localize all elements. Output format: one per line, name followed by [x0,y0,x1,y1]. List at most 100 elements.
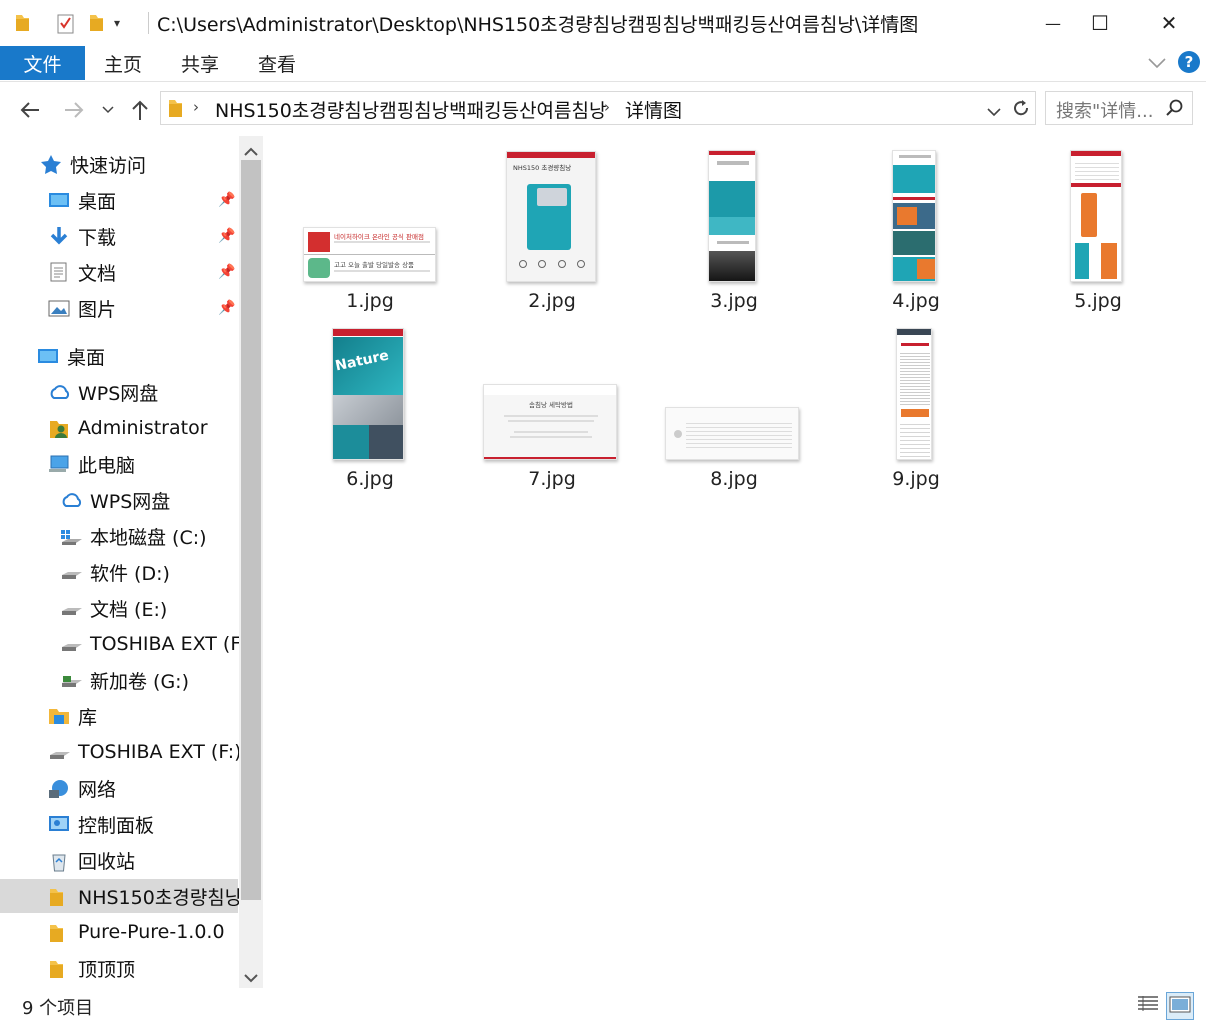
new-folder-icon[interactable] [88,13,104,33]
nav-item-pure-pure[interactable]: Pure-Pure-1.0.0 [0,915,238,949]
document-icon [48,262,70,282]
tab-file[interactable]: 文件 [0,46,85,80]
nav-item-drive-d[interactable]: 软件 (D:) [0,555,238,589]
tab-share[interactable]: 共享 [181,46,219,80]
file-item[interactable]: 9.jpg [836,314,996,490]
nav-item-recycle-bin[interactable]: 回收站 [0,843,238,877]
thumb-caption: 고고 오늘 출발 당일발송 상품 [334,261,415,269]
thumbnail [708,150,756,282]
nav-item-libraries[interactable]: 库 [0,699,238,733]
nav-item-label: 库 [78,706,98,729]
drive-icon [60,634,82,654]
recycle-bin-icon [48,850,70,872]
nav-item-label: 控制面板 [78,814,155,837]
address-bar[interactable]: › NHS150초경량침낭캠핑침낭백패킹등산여름침낭 › 详情图 [160,91,1036,125]
breadcrumb-current[interactable]: 详情图 [625,96,682,123]
nav-item-control-panel[interactable]: 控制面板 [0,807,238,841]
thumbnail [665,407,799,460]
desktop-icon [37,346,59,366]
cloud-icon [60,490,82,510]
thumb-line [334,270,430,272]
file-item[interactable]: Nature 6.jpg [290,314,450,490]
nav-item-label: 本地磁盘 (C:) [90,526,207,549]
nav-item-documents[interactable]: 文档 [0,255,238,289]
file-item[interactable]: NHS150 초경량침낭 2.jpg [472,136,632,312]
scroll-down-icon[interactable] [244,968,258,987]
nav-item-quick-access[interactable]: 快速访问 [0,147,238,181]
file-item[interactable]: 네이처하이크 온라인 공식 판매점 고고 오늘 출발 당일발송 상품 1.jpg [290,136,450,312]
cloud-icon [48,382,70,402]
ribbon: 文件 主页 共享 查看 ? [0,46,1206,82]
customize-chevron-icon[interactable]: ▾ [114,16,120,30]
nav-item-wps-cloud-pc[interactable]: WPS网盘 [0,483,238,517]
nav-item-downloads[interactable]: 下载 [0,219,238,253]
pin-icon[interactable]: 📌 [218,264,235,280]
properties-icon[interactable] [56,12,76,34]
search-input[interactable]: 搜索"详情... [1045,91,1193,125]
file-item[interactable]: 솜침낭 세탁방법 7.jpg [472,314,632,490]
scroll-up-icon[interactable] [244,142,258,161]
nav-item-pictures[interactable]: 图片 [0,291,238,325]
breadcrumb-separator-icon[interactable]: › [193,98,199,116]
back-button[interactable] [16,96,44,124]
file-name: 4.jpg [892,290,940,312]
nav-item-drive-c[interactable]: 本地磁盘 (C:) [0,519,238,553]
nav-item-label: 网络 [78,778,117,801]
nav-item-drive-f[interactable]: TOSHIBA EXT (F:) [0,627,254,661]
tab-view[interactable]: 查看 [258,46,296,80]
nav-scrollbar[interactable] [239,136,263,988]
file-item[interactable]: 8.jpg [654,314,814,490]
breadcrumb-item[interactable]: NHS150초경량침낭캠핑침낭백패킹등산여름침낭 [215,96,606,123]
nav-item-label: 桌面 [67,346,106,369]
file-item[interactable]: 4.jpg [836,136,996,312]
maximize-icon: ☐ [1091,11,1109,35]
folder-icon [167,97,183,123]
folder-icon[interactable] [14,13,30,33]
tab-home[interactable]: 主页 [104,46,142,80]
drive-icon [48,742,70,762]
pin-icon[interactable]: 📌 [218,192,235,208]
expand-ribbon-chevron-icon[interactable] [1148,54,1166,73]
nav-item-this-pc[interactable]: 此电脑 [0,447,238,481]
thumbnail: 솜침낭 세탁방법 [483,384,617,460]
title-divider [148,12,149,34]
nav-item-label: 新加卷 (G:) [90,670,189,693]
forward-button[interactable] [60,96,88,124]
file-name: 6.jpg [346,468,394,490]
minimize-button[interactable]: — [1030,0,1076,46]
close-icon: ✕ [1160,11,1178,35]
large-icons-view-button[interactable] [1166,992,1194,1020]
nav-item-drive-e[interactable]: 文档 (E:) [0,591,238,625]
pin-icon[interactable]: 📌 [218,228,235,244]
pin-icon[interactable]: 📌 [218,300,235,316]
refresh-icon[interactable] [1011,98,1031,122]
picture-icon [48,298,70,318]
file-name: 8.jpg [710,468,758,490]
nav-item-nhs150-folder[interactable]: NHS150초경량침낭캠 [0,879,260,913]
nav-item-wps-cloud[interactable]: WPS网盘 [0,375,238,409]
nav-item-desktop-pinned[interactable]: 桌面 [0,183,238,217]
recent-locations-chevron-icon[interactable] [96,96,120,124]
scrollbar-thumb[interactable] [241,160,261,900]
nav-item-toshiba[interactable]: TOSHIBA EXT (F:) [0,735,242,769]
nav-item-network[interactable]: 网络 [0,771,238,805]
thumbnail [896,328,932,460]
nav-item-drive-g[interactable]: 新加卷 (G:) [0,663,238,697]
details-view-button[interactable] [1134,992,1162,1020]
folder-icon [48,958,70,978]
nav-item-label: Administrator [78,417,208,439]
file-item[interactable]: 5.jpg [1018,136,1178,312]
desktop-icon [48,190,70,210]
close-button[interactable]: ✕ [1146,0,1192,46]
computer-icon [48,454,70,474]
nav-item-administrator[interactable]: Administrator [0,411,238,445]
nav-item-dingdingding[interactable]: 顶顶顶 [0,951,238,985]
address-dropdown-chevron-icon[interactable] [987,103,1001,122]
maximize-button[interactable]: ☐ [1077,0,1123,46]
up-button[interactable] [126,96,154,124]
nav-item-label: WPS网盘 [90,490,171,513]
nav-item-desktop[interactable]: 桌面 [0,339,238,373]
help-icon[interactable]: ? [1178,51,1200,73]
breadcrumb-separator-icon[interactable]: › [604,98,610,116]
file-item[interactable]: 3.jpg [654,136,814,312]
